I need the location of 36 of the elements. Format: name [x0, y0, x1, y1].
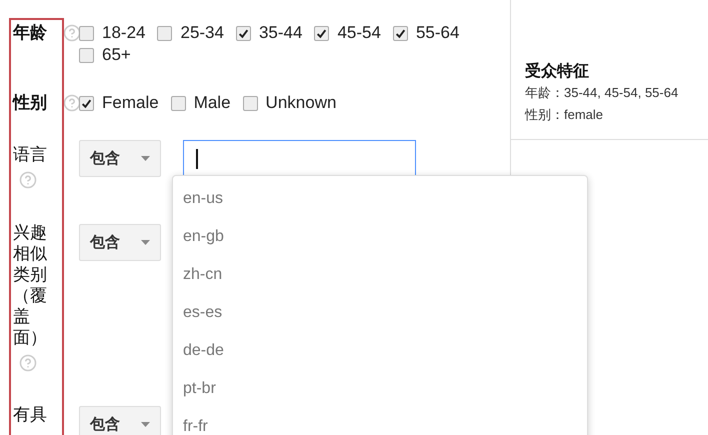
checkbox-option[interactable]: 55-64 — [392, 22, 460, 44]
checkbox-option[interactable]: 45-54 — [314, 22, 381, 44]
summary-title: 受众特征 — [525, 62, 590, 82]
checkbox-option[interactable]: Female — [79, 92, 159, 114]
checkbox-option[interactable]: 18-24 — [79, 22, 146, 44]
operator-dropdown[interactable]: 包含 — [79, 224, 161, 261]
suggestion-item[interactable]: en-gb — [173, 218, 587, 256]
option-label: 45-54 — [337, 22, 381, 44]
option-label: 65+ — [102, 44, 131, 66]
suggestion-item[interactable]: fr-fr — [173, 408, 587, 435]
option-label: Female — [102, 92, 159, 114]
option-label: 18-24 — [102, 22, 146, 44]
suggestion-item[interactable]: pt-br — [173, 370, 587, 408]
field-label: 语言 — [13, 144, 47, 165]
field-label: 兴趣相似类别（覆盖面） — [13, 222, 47, 348]
suggestion-item[interactable]: es-es — [173, 294, 587, 332]
checkbox-option[interactable]: Unknown — [242, 92, 336, 114]
checkbox-option[interactable]: Male — [170, 92, 231, 114]
field-label: 性别 — [13, 92, 47, 113]
checkbox-option[interactable]: 35-44 — [236, 22, 302, 44]
suggestion-item[interactable]: de-de — [173, 332, 587, 370]
option-label: Male — [194, 92, 231, 114]
option-label: Unknown — [266, 92, 336, 114]
checkbox-option[interactable]: 65+ — [79, 44, 131, 66]
summary-line: 年龄：35-44, 45-54, 55-64 — [525, 84, 680, 102]
option-label: 35-44 — [258, 22, 302, 44]
operator-dropdown[interactable]: 包含 — [79, 140, 161, 177]
summary-line: 性别：female — [525, 106, 604, 124]
option-label: 25-34 — [180, 22, 224, 44]
field-label: 年龄 — [13, 22, 47, 43]
field-label: 有具 — [13, 404, 47, 425]
operator-dropdown[interactable]: 包含 — [79, 406, 161, 435]
checkbox-option[interactable]: 25-34 — [157, 22, 224, 44]
suggestion-item[interactable]: zh-cn — [173, 256, 587, 294]
option-label: 55-64 — [416, 22, 460, 44]
suggestion-item[interactable]: en-us — [173, 180, 587, 218]
